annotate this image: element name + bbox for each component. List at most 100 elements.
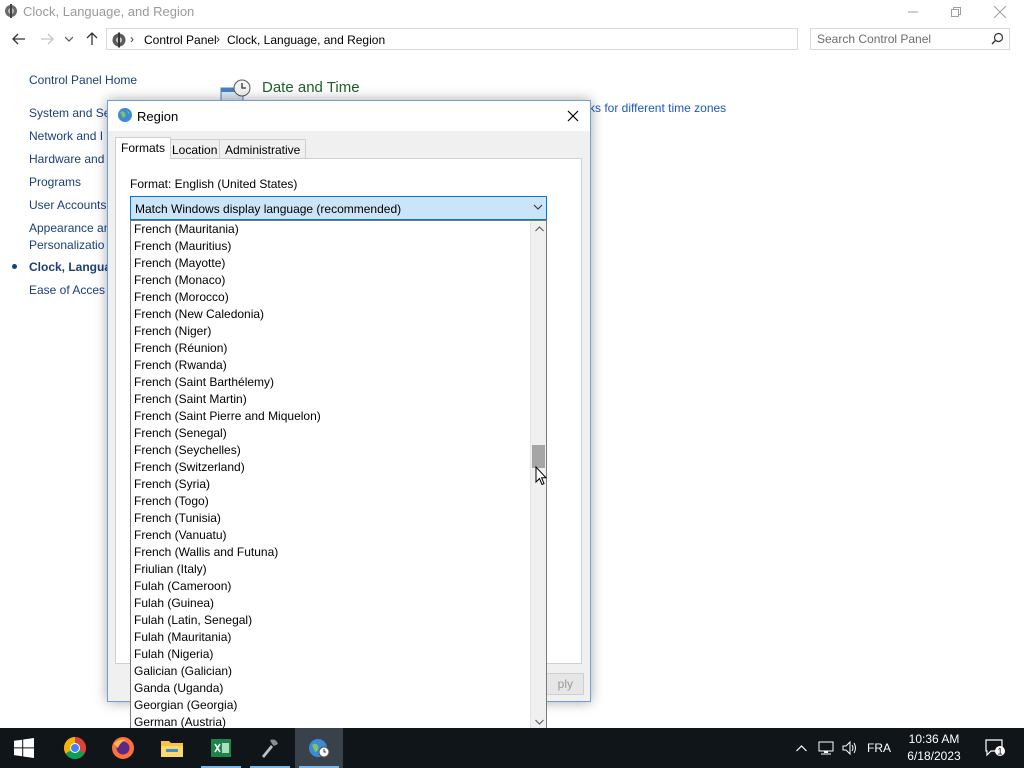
close-icon (567, 110, 579, 122)
sidebar-item-ease-of-access[interactable]: Ease of Acces (29, 283, 105, 297)
scrollbar-thumb[interactable] (532, 445, 545, 468)
chevron-up-icon (534, 226, 544, 232)
dropdown-item[interactable]: French (Réunion) (131, 340, 530, 357)
dropdown-item[interactable]: French (Mauritius) (131, 238, 530, 255)
arrow-right-icon (41, 33, 54, 45)
taskbar-firefox[interactable] (99, 728, 147, 768)
start-button[interactable] (0, 728, 48, 768)
close-window-button[interactable] (977, 0, 1023, 24)
sidebar-item-appearance[interactable]: Appearance an (29, 221, 110, 235)
network-icon (818, 741, 834, 755)
dropdown-item[interactable]: Galician (Galician) (131, 663, 530, 680)
breadcrumb-separator: › (130, 32, 134, 46)
dialog-title: Region (137, 109, 179, 124)
dropdown-item[interactable]: Georgian (Georgia) (131, 697, 530, 714)
dropdown-item[interactable]: French (Mauritania) (131, 221, 530, 238)
dropdown-item[interactable]: Fulah (Latin, Senegal) (131, 612, 530, 629)
sidebar-item-network[interactable]: Network and I (29, 129, 103, 143)
search-icon[interactable] (991, 32, 1004, 45)
up-button[interactable] (82, 29, 102, 49)
tab-formats[interactable]: Formats (115, 137, 172, 159)
dropdown-item[interactable]: Fulah (Cameroon) (131, 578, 530, 595)
dialog-close-button[interactable] (560, 105, 586, 127)
dropdown-item[interactable]: French (Vanuatu) (131, 527, 530, 544)
dropdown-item[interactable]: French (Mayotte) (131, 255, 530, 272)
globe-clock-icon (309, 739, 330, 758)
arrow-up-icon (86, 32, 98, 45)
address-bar-row: › Control Panel › Clock, Language, and R… (0, 26, 1024, 52)
scroll-up-button[interactable] (531, 221, 546, 237)
chevron-down-icon (533, 204, 543, 210)
dropdown-item[interactable]: French (New Caledonia) (131, 306, 530, 323)
dropdown-item[interactable]: Fulah (Nigeria) (131, 646, 530, 663)
dropdown-item[interactable]: French (Senegal) (131, 425, 530, 442)
dropdown-item[interactable]: Ganda (Uganda) (131, 680, 530, 697)
sidebar-item-personalization[interactable]: Personalizatio (29, 238, 104, 252)
dropdown-item[interactable]: French (Syria) (131, 476, 530, 493)
dropdown-item[interactable]: French (Niger) (131, 323, 530, 340)
taskbar-clock[interactable]: 10:36 AM 6/18/2023 (896, 731, 972, 765)
taskbar-chrome[interactable] (51, 728, 99, 768)
dropdown-item[interactable]: French (Rwanda) (131, 357, 530, 374)
minimize-icon (908, 11, 918, 13)
dropdown-item[interactable]: Fulah (Mauritania) (131, 629, 530, 646)
control-panel-icon (112, 32, 126, 48)
format-label: Format: English (United States) (130, 177, 298, 191)
dropdown-item[interactable]: French (Saint Pierre and Miquelon) (131, 408, 530, 425)
network-tray-button[interactable] (815, 728, 837, 768)
window-title: Clock, Language, and Region (23, 4, 195, 19)
sidebar-item-system-security[interactable]: System and Se (29, 106, 110, 120)
taskbar-spreadsheet-app[interactable] (197, 728, 245, 768)
sidebar-item-programs[interactable]: Programs (29, 175, 81, 189)
dropdown-item[interactable]: French (Saint Martin) (131, 391, 530, 408)
tab-administrative[interactable]: Administrative (219, 139, 307, 159)
dropdown-item[interactable]: French (Saint Barthélemy) (131, 374, 530, 391)
arrow-left-icon (12, 33, 25, 45)
chrome-icon (64, 737, 86, 759)
taskbar-region-settings[interactable] (295, 728, 343, 768)
recent-locations-button[interactable] (62, 29, 76, 49)
clock-date: 6/18/2023 (907, 749, 961, 763)
address-bar[interactable]: › Control Panel › Clock, Language, and R… (106, 28, 798, 50)
action-center-button[interactable]: 1 (978, 728, 1012, 768)
dropdown-item[interactable]: French (Togo) (131, 493, 530, 510)
back-button[interactable] (9, 29, 29, 49)
taskbar-tool-app[interactable] (246, 728, 294, 768)
sidebar-item-user-accounts[interactable]: User Accounts (29, 198, 106, 212)
dropdown-item[interactable]: Friulian (Italy) (131, 561, 530, 578)
firefox-icon (112, 737, 134, 759)
dropdown-item[interactable]: French (Monaco) (131, 272, 530, 289)
globe-icon (118, 108, 132, 122)
sidebar-item-clock-language[interactable]: Clock, Langua (29, 260, 111, 274)
dropdown-item[interactable]: French (Wallis and Futuna) (131, 544, 530, 561)
date-and-time-heading[interactable]: Date and Time (262, 79, 360, 96)
notification-icon: 1 (985, 739, 1005, 757)
clock-time: 10:36 AM (908, 732, 960, 746)
format-dropdown-list: French (Mauritania) French (Mauritius) Fre… (130, 220, 547, 731)
format-combobox[interactable]: Match Windows display language (recommen… (130, 196, 547, 220)
chevron-down-icon (65, 36, 73, 42)
dropdown-item[interactable]: French (Switzerland) (131, 459, 530, 476)
forward-button[interactable] (37, 29, 57, 49)
taskbar-file-explorer[interactable] (148, 728, 196, 768)
tab-location[interactable]: Location (166, 139, 224, 159)
dropdown-item[interactable]: French (Seychelles) (131, 442, 530, 459)
sidebar-item-control-panel-home[interactable]: Control Panel Home (29, 73, 137, 87)
dropdown-item[interactable]: French (Tunisia) (131, 510, 530, 527)
spreadsheet-icon (211, 739, 231, 757)
restore-button[interactable] (933, 0, 979, 24)
show-hidden-icons-button[interactable] (792, 728, 810, 768)
refresh-button[interactable] (780, 28, 798, 50)
breadcrumb-clock-language-region[interactable]: Clock, Language, and Region (227, 33, 385, 47)
control-panel-icon (5, 4, 17, 18)
minimize-button[interactable] (890, 0, 936, 24)
volume-tray-button[interactable] (840, 728, 860, 768)
sidebar-item-hardware[interactable]: Hardware and (29, 152, 104, 166)
breadcrumb-control-panel[interactable]: Control Panel (144, 33, 217, 47)
search-input[interactable] (817, 31, 985, 47)
dropdown-item[interactable]: French (Morocco) (131, 289, 530, 306)
input-language-indicator[interactable]: FRA (864, 728, 894, 768)
control-panel-titlebar: Clock, Language, and Region (0, 0, 1024, 24)
add-clocks-link[interactable]: ks for different time zones (589, 101, 726, 115)
dropdown-item[interactable]: Fulah (Guinea) (131, 595, 530, 612)
